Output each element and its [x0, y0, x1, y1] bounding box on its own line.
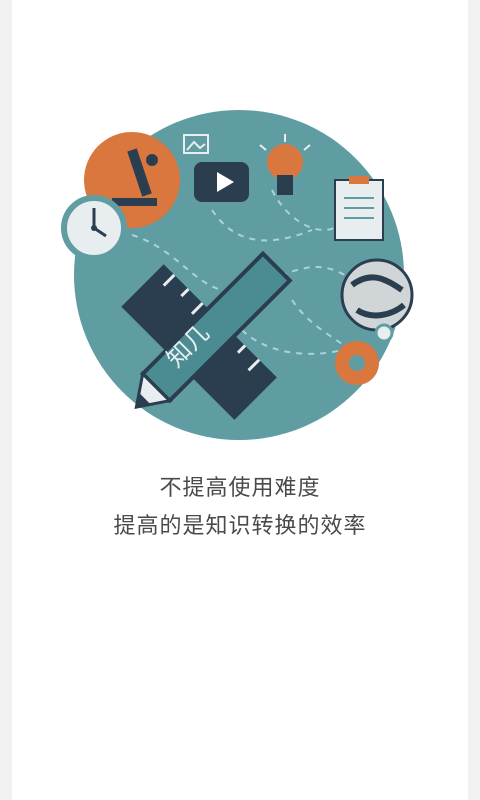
- clock-icon: [61, 195, 127, 261]
- video-play-icon: [194, 162, 249, 202]
- knowledge-illustration: 知几: [61, 110, 414, 440]
- globe-icon: [340, 258, 414, 332]
- clipboard-icon: [334, 176, 384, 241]
- tagline-line-1: 不提高使用难度: [159, 476, 321, 501]
- splash-page: 知几 不提高使用难度 提高的是知识转换的效率: [0, 0, 480, 800]
- tagline-line-2: 提高的是知识转换的效率: [113, 514, 367, 539]
- splash-screen[interactable]: 知几 不提高使用难度 提高的是知识转换的效率: [12, 0, 468, 800]
